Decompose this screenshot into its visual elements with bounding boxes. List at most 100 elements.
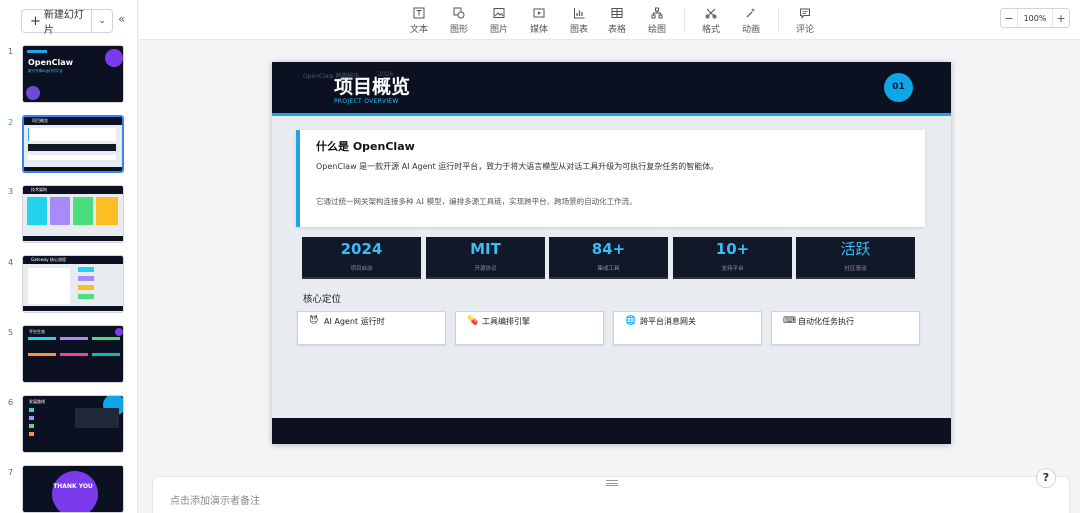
- slide-thumbnail-5[interactable]: 平台生态: [22, 325, 124, 383]
- new-slide-dropdown-button[interactable]: ⌄: [92, 16, 112, 26]
- slide-thumbnail-1[interactable]: OpenClaw 新兴开源AI运行时平台: [22, 45, 124, 103]
- feature-card[interactable]: 💊 工具编排引擎: [455, 311, 604, 345]
- tool-diagram[interactable]: 绘图: [642, 6, 672, 35]
- thumb-timeline-dot: [29, 432, 34, 436]
- top-toolbar: 文本 图形 图片 媒体 图表 表格 绘图 格式 动画 评论 − 100% +: [139, 0, 1080, 40]
- keyboard-icon: ⌨: [783, 316, 796, 326]
- footer-year[interactable]: 2026: [378, 71, 393, 78]
- thumb-stats-row: [28, 144, 116, 151]
- intro-heading: 什么是 OpenClaw: [316, 140, 415, 153]
- speaker-notes-placeholder[interactable]: 点击添加演示者备注: [170, 492, 260, 507]
- zoom-out-button[interactable]: −: [1001, 12, 1017, 25]
- tool-label: 评论: [795, 25, 814, 35]
- thumb-title: THANK YOU: [53, 483, 93, 490]
- tool-label: 表格: [607, 25, 626, 35]
- thumb-flow-step: [78, 285, 94, 290]
- thumb-flow-step: [78, 294, 94, 299]
- tool-image[interactable]: 图片: [484, 6, 514, 35]
- tool-label: 格式: [701, 25, 720, 35]
- feature-label: 工具编排引擎: [482, 317, 530, 326]
- minus-icon: −: [1004, 11, 1014, 25]
- stat-card[interactable]: 2024 项目启动: [302, 237, 421, 279]
- tool-label: 文本: [409, 25, 428, 35]
- tool-label: 绘图: [647, 25, 666, 35]
- stat-value: MIT: [470, 240, 501, 258]
- diagram-icon: [642, 6, 672, 20]
- feature-card[interactable]: ⌨ 自动化任务执行: [771, 311, 920, 345]
- thumb-footer: [23, 306, 123, 311]
- animation-icon: [736, 6, 766, 20]
- plus-icon: +: [1056, 11, 1066, 25]
- speaker-notes-panel[interactable]: 点击添加演示者备注: [152, 476, 1070, 513]
- tool-text[interactable]: 文本: [404, 6, 434, 35]
- collapse-sidebar-button[interactable]: «: [118, 13, 125, 25]
- zoom-level[interactable]: 100%: [1017, 9, 1053, 27]
- thumb-accent-bar: [27, 50, 47, 53]
- help-button[interactable]: ?: [1036, 468, 1056, 488]
- slide-sidebar: + 新建幻灯片 ⌄ « 1 OpenClaw 新兴开源AI运行时平台 2 项目概…: [0, 0, 138, 513]
- new-slide-split-button: + 新建幻灯片 ⌄: [21, 9, 113, 36]
- thumb-block: [27, 197, 47, 225]
- tool-media[interactable]: 媒体: [524, 6, 554, 35]
- thumb-timeline-dot: [29, 416, 34, 420]
- new-slide-button[interactable]: + 新建幻灯片: [22, 10, 93, 36]
- thumb-block: [50, 197, 70, 225]
- thumb-title: OpenClaw: [28, 58, 74, 67]
- thumbnail-number: 2: [8, 118, 14, 127]
- tool-table[interactable]: 表格: [602, 6, 632, 35]
- thumb-title: 平台生态: [29, 329, 45, 334]
- stat-value: 84+: [591, 240, 626, 258]
- zoom-control: − 100% +: [1000, 8, 1070, 28]
- thumb-table: [75, 408, 119, 428]
- thumb-circle-decoration: [26, 86, 40, 100]
- plus-icon: +: [30, 13, 41, 29]
- media-icon: [524, 6, 554, 20]
- slide-thumbnail-4[interactable]: Gateway 核心流程: [22, 255, 124, 313]
- slide-subtitle[interactable]: PROJECT OVERVIEW: [334, 98, 399, 105]
- tool-shape[interactable]: 图形: [444, 6, 474, 35]
- chevron-down-icon: ⌄: [98, 16, 106, 26]
- stat-card[interactable]: 84+ 集成工具: [549, 237, 668, 279]
- slide-footer: [272, 418, 951, 444]
- slide-thumbnail-2[interactable]: 项目概览: [22, 115, 124, 173]
- thumb-circle-decoration: [105, 49, 123, 67]
- thumb-block: [73, 197, 93, 225]
- stat-card[interactable]: 10+ 支持平台: [673, 237, 792, 279]
- chart-icon: [564, 6, 594, 20]
- question-icon: ?: [1042, 471, 1050, 484]
- tool-format[interactable]: 格式: [696, 6, 726, 35]
- slide-thumbnail-7[interactable]: THANK YOU: [22, 465, 124, 513]
- stat-card[interactable]: 活跃 社区驱动: [796, 237, 915, 279]
- zoom-in-button[interactable]: +: [1053, 12, 1069, 25]
- thumb-feature-row: [28, 155, 116, 160]
- stat-label: 项目启动: [350, 266, 373, 272]
- thumbnail-number: 1: [8, 47, 14, 56]
- tool-comment[interactable]: 评论: [790, 6, 820, 35]
- section-number-badge[interactable]: 01: [884, 73, 913, 102]
- slide-thumbnail-6[interactable]: 发展路线: [22, 395, 124, 453]
- core-positioning-title[interactable]: 核心定位: [303, 291, 341, 305]
- thumb-card: [28, 268, 70, 304]
- thumb-bar: [28, 337, 56, 340]
- slide-thumbnail-3[interactable]: 技术架构: [22, 185, 124, 243]
- thumb-timeline-dot: [29, 408, 34, 412]
- feature-card[interactable]: 🌐 跨平台消息网关: [613, 311, 762, 345]
- thumb-card: [28, 128, 116, 141]
- slide-canvas[interactable]: 项目概览 PROJECT OVERVIEW 01 什么是 OpenClaw Op…: [272, 62, 951, 444]
- resize-handle-icon[interactable]: [606, 480, 618, 486]
- thumb-footer: [23, 236, 123, 241]
- stat-card[interactable]: MIT 开源协议: [426, 237, 545, 279]
- thumb-bar: [60, 337, 88, 340]
- table-icon: [602, 6, 632, 20]
- intro-card[interactable]: 什么是 OpenClaw OpenClaw 是一款开源 AI Agent 运行时…: [296, 130, 925, 227]
- tool-label: 图片: [489, 25, 508, 35]
- thumb-flow-step: [78, 267, 94, 272]
- thumbnail-number: 4: [8, 258, 14, 267]
- image-icon: [484, 6, 514, 20]
- stat-label: 社区驱动: [844, 266, 867, 272]
- tool-chart[interactable]: 图表: [564, 6, 594, 35]
- thumb-title: 发展路线: [29, 399, 45, 404]
- tool-animation[interactable]: 动画: [736, 6, 766, 35]
- feature-card[interactable]: 😈 AI Agent 运行时: [297, 311, 446, 345]
- footer-text[interactable]: OpenClaw 趋势报告: [303, 71, 359, 80]
